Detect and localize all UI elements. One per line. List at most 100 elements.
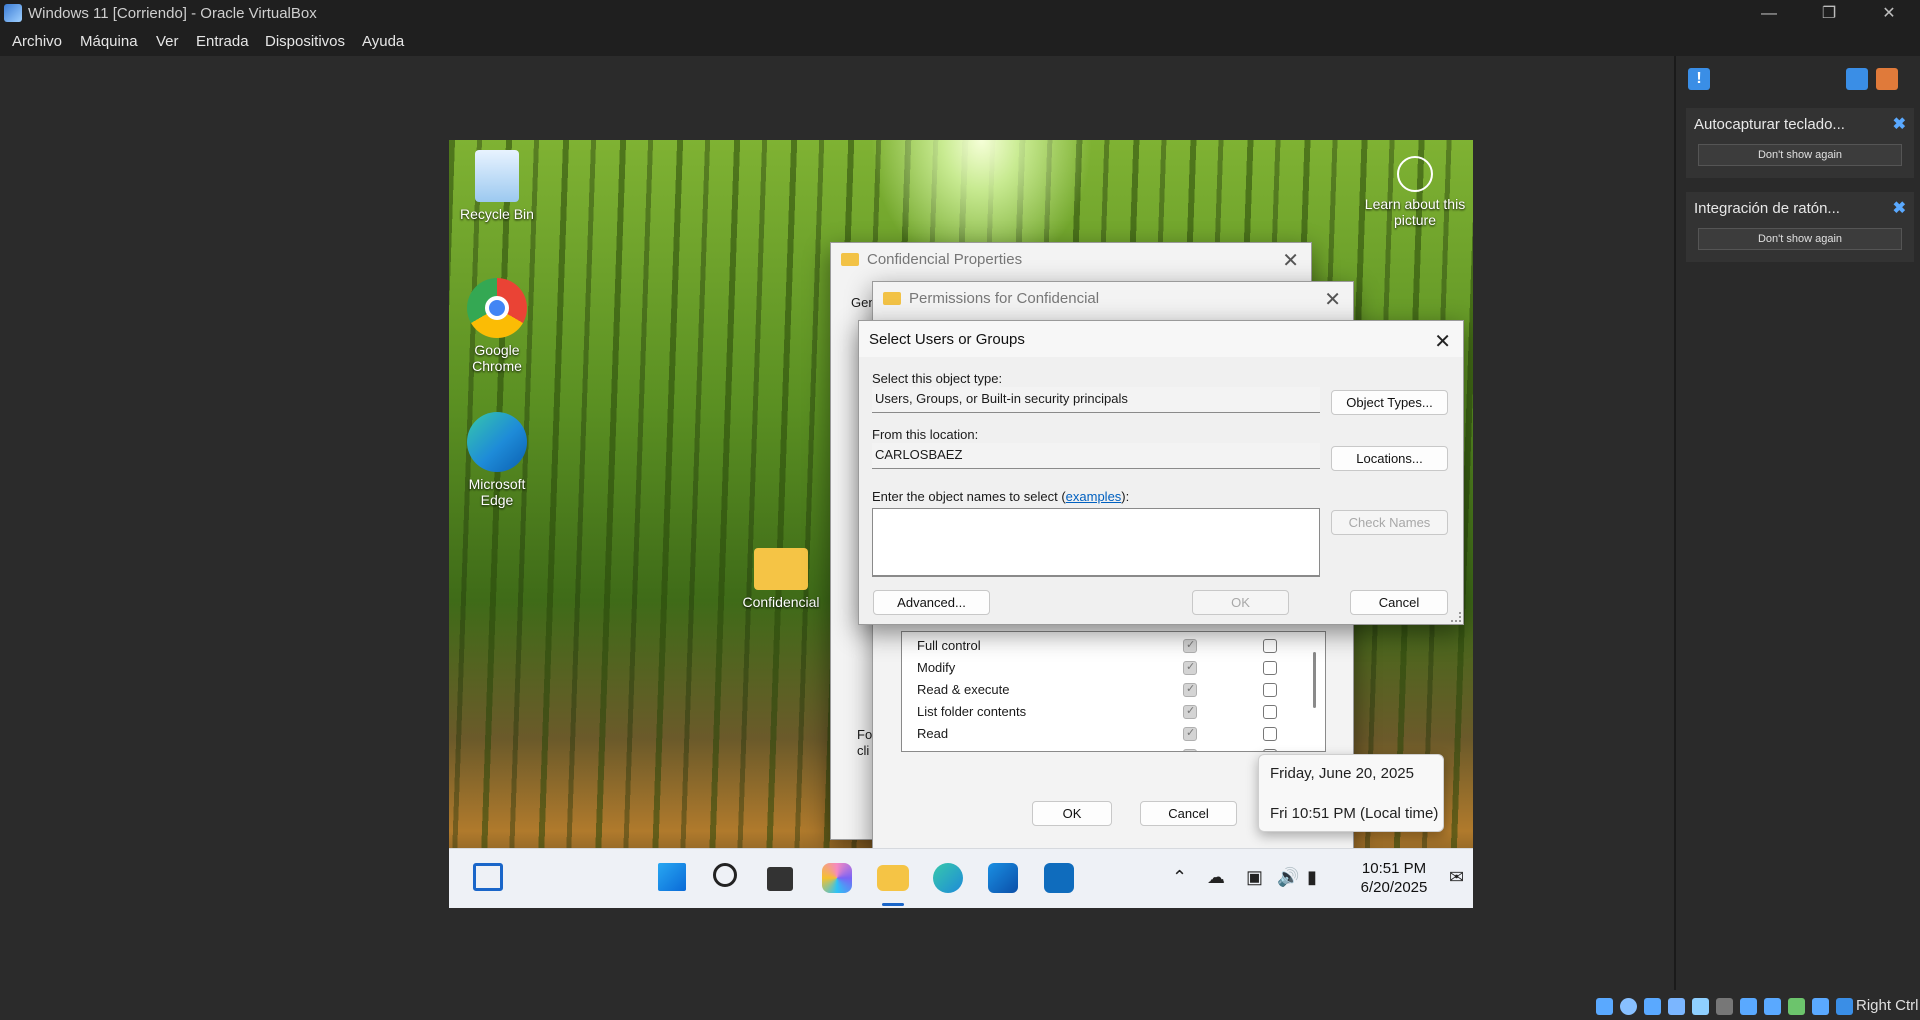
minimize-button[interactable]: — [1740, 0, 1798, 28]
taskbar-clock[interactable]: 10:51 PM 6/20/2025 [1349, 859, 1439, 897]
notification-title: Autocapturar teclado... [1694, 116, 1845, 133]
desktop-icon-folder[interactable]: Confidencial [736, 548, 826, 610]
host-menubar: Archivo Máquina Ver Entrada Dispositivos… [0, 28, 1920, 56]
start-icon[interactable] [658, 863, 686, 891]
outlook-icon[interactable] [1044, 863, 1074, 893]
audio-icon[interactable] [1644, 998, 1661, 1015]
chevron-up-icon[interactable]: ⌃ [1172, 867, 1187, 888]
menu-dispositivos[interactable]: Dispositivos [265, 33, 345, 50]
virtualbox-icon [4, 4, 22, 22]
menu-archivo[interactable]: Archivo [12, 33, 62, 50]
object-type-label: Select this object type: [872, 371, 1003, 386]
notification-card-mouse: Integración de ratón... ✖ Don't show aga… [1686, 192, 1914, 262]
menu-entrada[interactable]: Entrada [196, 33, 249, 50]
select-users-title: Select Users or Groups [869, 331, 1025, 348]
copilot-icon[interactable] [822, 863, 852, 893]
shared-folders-icon[interactable] [1716, 998, 1733, 1015]
mouse-integration-icon[interactable] [1812, 998, 1829, 1015]
perm-full-control: Full control [917, 638, 981, 653]
hard-disk-icon[interactable] [1596, 998, 1613, 1015]
perm-read: Read [917, 726, 949, 741]
close-icon[interactable]: ✖ [1893, 198, 1906, 218]
clock-date: 6/20/2025 [1360, 879, 1428, 896]
close-icon[interactable]: ✕ [1324, 287, 1341, 312]
deny-checkbox[interactable] [1263, 661, 1277, 675]
perm-cancel-button[interactable]: Cancel [1140, 801, 1237, 826]
sort-icon[interactable] [1846, 68, 1868, 90]
resize-grip-icon[interactable] [1451, 612, 1461, 622]
deny-checkbox[interactable] [1263, 683, 1277, 697]
menu-maquina[interactable]: Máquina [80, 33, 138, 50]
allow-checkbox[interactable] [1183, 748, 1197, 751]
clear-all-icon[interactable] [1876, 68, 1898, 90]
edge-taskbar-icon[interactable] [933, 863, 963, 893]
host-key-label: Right Ctrl [1856, 997, 1919, 1014]
permissions-title: Permissions for Confidencial [909, 290, 1100, 307]
allow-checkbox[interactable] [1183, 682, 1197, 697]
optical-drive-icon[interactable] [1620, 998, 1637, 1015]
window-title: Windows 11 [Corriendo] - Oracle VirtualB… [28, 5, 317, 22]
allow-checkbox[interactable] [1183, 704, 1197, 719]
search-icon[interactable] [713, 863, 737, 887]
notifications-bell-icon[interactable]: ✉ [1449, 867, 1464, 888]
usb-icon[interactable] [1692, 998, 1709, 1015]
onedrive-icon[interactable]: ☁ [1207, 867, 1225, 888]
picture-info-icon [1397, 156, 1433, 192]
object-types-button[interactable]: Object Types... [1331, 390, 1448, 415]
notification-center: ! Autocapturar teclado... ✖ Don't show a… [1674, 56, 1920, 990]
desktop-icon-chrome[interactable]: Google Chrome [452, 278, 542, 374]
deny-checkbox[interactable] [1263, 705, 1277, 719]
taskbar: ⌃ ☁ ▣ 🔊 ▮ 10:51 PM 6/20/2025 ✉ [449, 848, 1473, 908]
file-explorer-icon[interactable] [877, 865, 909, 891]
notification-card-keyboard: Autocapturar teclado... ✖ Don't show aga… [1686, 108, 1914, 178]
allow-checkbox[interactable] [1183, 660, 1197, 675]
perm-read-execute: Read & execute [917, 682, 1010, 697]
close-icon[interactable]: ✖ [1893, 114, 1906, 134]
desktop-icon-recycle-bin[interactable]: Recycle Bin [452, 150, 542, 222]
dont-show-again-button[interactable]: Don't show again [1698, 144, 1902, 166]
display-icon[interactable] [1740, 998, 1757, 1015]
object-type-field: Users, Groups, or Built-in security prin… [872, 387, 1320, 413]
guest-desktop: Recycle Bin Google Chrome Microsoft Edge… [449, 140, 1473, 908]
widgets-icon[interactable] [473, 863, 503, 891]
deny-checkbox[interactable] [1263, 727, 1277, 741]
volume-icon[interactable]: 🔊 [1277, 867, 1299, 888]
edge-icon [467, 412, 527, 472]
restore-button[interactable]: ❐ [1800, 0, 1858, 28]
cancel-button[interactable]: Cancel [1350, 590, 1448, 615]
allow-checkbox[interactable] [1183, 726, 1197, 741]
dont-show-again-button[interactable]: Don't show again [1698, 228, 1902, 250]
host-statusbar: Right Ctrl [0, 990, 1920, 1020]
object-names-input[interactable] [872, 508, 1320, 577]
locations-button[interactable]: Locations... [1331, 446, 1448, 471]
store-icon[interactable] [988, 863, 1018, 893]
menu-ver[interactable]: Ver [156, 33, 179, 50]
list-scrollbar[interactable] [1313, 652, 1316, 708]
network-icon[interactable] [1668, 998, 1685, 1015]
battery-icon[interactable]: ▮ [1307, 867, 1317, 888]
notification-title: Integración de ratón... [1694, 200, 1840, 217]
close-window-button[interactable]: ✕ [1860, 0, 1918, 28]
advanced-button[interactable]: Advanced... [873, 590, 990, 615]
perm-ok-button[interactable]: OK [1032, 801, 1112, 826]
keyboard-capture-icon[interactable] [1836, 998, 1853, 1015]
ok-button[interactable]: OK [1192, 590, 1289, 615]
clock-time: 10:51 PM [1361, 860, 1427, 877]
deny-checkbox[interactable] [1263, 749, 1277, 751]
network-icon[interactable]: ▣ [1246, 867, 1263, 888]
close-icon[interactable]: ✕ [1282, 248, 1299, 273]
deny-checkbox[interactable] [1263, 639, 1277, 653]
tooltip-time: Fri 10:51 PM (Local time) [1270, 805, 1439, 822]
active-app-indicator [882, 903, 904, 906]
cpu-icon[interactable] [1788, 998, 1805, 1015]
desktop-icon-edge[interactable]: Microsoft Edge [452, 412, 542, 508]
examples-link[interactable]: examples [1066, 489, 1122, 504]
menu-ayuda[interactable]: Ayuda [362, 33, 404, 50]
close-icon[interactable]: ✕ [1434, 329, 1451, 354]
message-icon[interactable]: ! [1688, 68, 1710, 90]
check-names-button[interactable]: Check Names [1331, 510, 1448, 535]
allow-checkbox[interactable] [1183, 638, 1197, 653]
recording-icon[interactable] [1764, 998, 1781, 1015]
task-view-icon[interactable] [767, 867, 793, 891]
desktop-icon-learn-picture[interactable]: Learn about this picture [1363, 156, 1467, 228]
